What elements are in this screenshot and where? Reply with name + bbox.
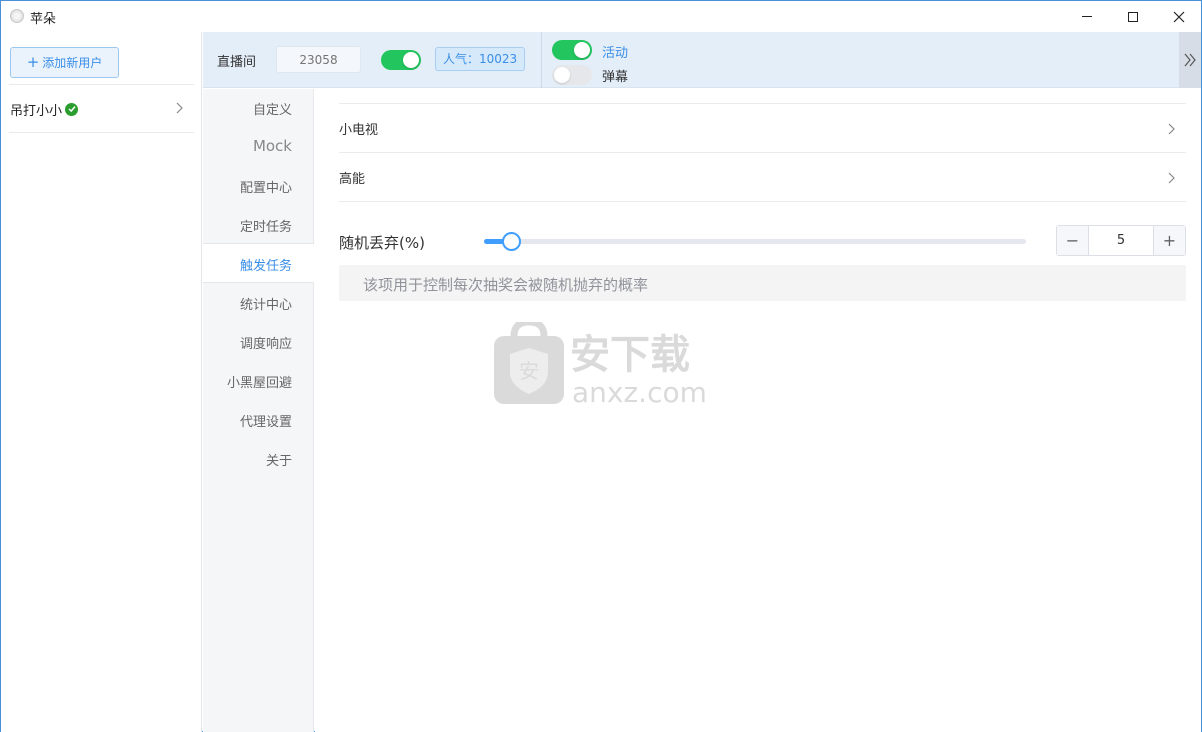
danmaku-toggle[interactable] [552, 65, 592, 85]
room-label: 直播间 [217, 55, 257, 70]
menu-item-mock[interactable]: Mock [253, 137, 292, 155]
content-panel: 小电视 高能 随机丢弃(%) − 5 + 该项用于控制每次抽奖会被随机抛弃的概率… [315, 89, 1201, 732]
menu-item-blacklist-avoid[interactable]: 小黑屋回避 [227, 372, 292, 391]
room-id-input[interactable] [276, 46, 361, 73]
popularity-badge: 人气：10023 [435, 47, 526, 71]
toggle-knob [403, 52, 419, 68]
divider [9, 132, 194, 133]
close-icon [1173, 11, 1185, 22]
setting-row-small-tv[interactable]: 小电视 [339, 104, 1186, 153]
window-title: 苹朵 [30, 12, 57, 27]
stepper-value[interactable]: 5 [1089, 226, 1153, 255]
minimize-button[interactable] [1064, 1, 1110, 32]
menu-item-proxy-settings[interactable]: 代理设置 [240, 411, 292, 430]
chevron-right-icon [1168, 172, 1175, 184]
add-user-button[interactable]: + 添加新用户 [10, 47, 119, 78]
user-list-item[interactable]: 吊打小小 [1, 92, 194, 126]
app-icon [10, 9, 24, 23]
maximize-button[interactable] [1110, 1, 1156, 32]
toggle-knob [554, 67, 570, 83]
watermark-text-en: anxz.com [572, 376, 707, 408]
discard-rate-slider[interactable] [484, 232, 1026, 251]
chevron-right-icon [1168, 123, 1175, 135]
decrement-button[interactable]: − [1057, 226, 1089, 255]
expand-panel-button[interactable] [1179, 32, 1201, 88]
maximize-icon [1128, 11, 1138, 22]
minimize-icon [1082, 16, 1092, 17]
activity-label: 活动 [602, 46, 629, 61]
settings-menu: 自定义 Mock 配置中心 定时任务 触发任务 统计中心 调度响应 小黑屋回避 … [203, 89, 314, 732]
menu-item-about[interactable]: 关于 [266, 450, 292, 469]
menu-item-custom[interactable]: 自定义 [253, 99, 292, 118]
menu-item-config-center[interactable]: 配置中心 [240, 177, 292, 196]
menu-item-scheduled-tasks[interactable]: 定时任务 [240, 216, 292, 235]
user-name: 吊打小小 [10, 103, 63, 119]
room-connect-toggle[interactable] [381, 50, 421, 70]
slider-thumb[interactable] [502, 232, 522, 251]
close-button[interactable] [1156, 1, 1202, 32]
divider [9, 84, 194, 85]
watermark-text-cn: 安下载 [570, 332, 690, 378]
increment-button[interactable]: + [1153, 226, 1185, 255]
activity-toggle[interactable] [552, 40, 592, 60]
title-bar: 苹朵 [1, 1, 1201, 32]
row-label: 小电视 [339, 122, 379, 138]
menu-item-dispatch-response[interactable]: 调度响应 [240, 333, 292, 352]
menu-item-statistics[interactable]: 统计中心 [240, 294, 292, 313]
discard-rate-stepper: − 5 + [1056, 225, 1186, 256]
row-label: 高能 [339, 171, 366, 187]
divider [541, 32, 542, 88]
menu-item-trigger-tasks[interactable]: 触发任务 [240, 255, 292, 274]
user-panel: + 添加新用户 吊打小小 [1, 32, 202, 732]
watermark-logo: 安 安下载 anxz.com [494, 322, 707, 408]
slider-label: 随机丢弃(%) [339, 234, 425, 252]
plus-icon: + [26, 53, 40, 71]
danmaku-label: 弹幕 [602, 70, 629, 85]
toggle-knob [574, 42, 590, 58]
app-window: 苹朵 + 添加新用户 吊打小小 直播间 人气：10023 活动 弹幕 [0, 0, 1202, 732]
top-bar: 直播间 人气：10023 活动 弹幕 [203, 32, 1201, 88]
setting-row-high-energy[interactable]: 高能 [339, 153, 1186, 202]
double-chevron-right-icon [1184, 53, 1196, 67]
hint-text: 该项用于控制每次抽奖会被随机抛弃的概率 [363, 276, 649, 294]
chevron-right-icon [176, 102, 183, 114]
add-user-label: 添加新用户 [42, 56, 103, 70]
verified-check-icon [65, 102, 79, 116]
hint-box: 该项用于控制每次抽奖会被随机抛弃的概率 [339, 265, 1186, 301]
watermark-badge: 安 [519, 359, 539, 383]
